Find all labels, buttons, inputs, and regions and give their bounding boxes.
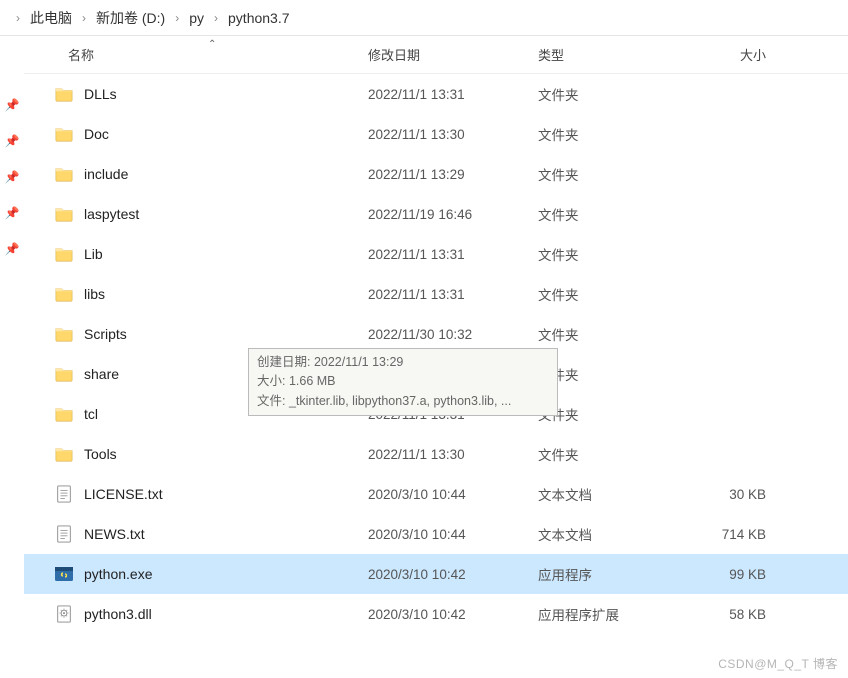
pin-icon[interactable]: 📌 xyxy=(5,206,20,220)
folder-icon xyxy=(54,164,74,184)
pin-icon[interactable]: 📌 xyxy=(5,242,20,256)
pin-icon[interactable]: 📌 xyxy=(5,170,20,184)
file-date: 2022/11/1 13:30 xyxy=(364,127,534,142)
file-type: 文件夹 xyxy=(534,244,674,264)
folder-icon xyxy=(54,84,74,104)
file-size: 30 KB xyxy=(674,487,784,502)
header-type[interactable]: 类型 xyxy=(534,45,674,64)
header-name[interactable]: 名称 xyxy=(24,45,364,64)
file-date: 2020/3/10 10:44 xyxy=(364,527,534,542)
file-type: 文件夹 xyxy=(534,124,674,144)
table-row[interactable]: libs 2022/11/1 13:31文件夹 xyxy=(24,274,848,314)
folder-icon xyxy=(54,244,74,264)
file-type: 应用程序 xyxy=(534,564,674,584)
file-name: Lib xyxy=(84,246,103,262)
file-name: python3.dll xyxy=(84,606,152,622)
header-size[interactable]: 大小 xyxy=(674,45,784,64)
file-date: 2020/3/10 10:44 xyxy=(364,487,534,502)
chevron-right-icon: › xyxy=(206,11,226,25)
tooltip-files: 文件: _tkinter.lib, libpython37.a, python3… xyxy=(257,392,549,411)
pin-icon[interactable]: 📌 xyxy=(5,98,20,112)
folder-tooltip: 创建日期: 2022/11/1 13:29 大小: 1.66 MB 文件: _t… xyxy=(248,348,558,416)
table-row[interactable]: Doc 2022/11/1 13:30文件夹 xyxy=(24,114,848,154)
file-date: 2022/11/1 13:31 xyxy=(364,87,534,102)
file-type: 文件夹 xyxy=(534,324,674,344)
dll-icon xyxy=(54,604,74,624)
exe-icon xyxy=(54,564,74,584)
file-type: 文件夹 xyxy=(534,284,674,304)
file-name: laspytest xyxy=(84,206,139,222)
file-type: 文件夹 xyxy=(534,444,674,464)
breadcrumb[interactable]: › 此电脑 › 新加卷 (D:) › py › python3.7 xyxy=(0,0,848,36)
table-row[interactable]: Tools 2022/11/1 13:30文件夹 xyxy=(24,434,848,474)
crumb-3[interactable]: python3.7 xyxy=(226,8,292,28)
table-row[interactable]: python.exe 2020/3/10 10:42应用程序99 KB xyxy=(24,554,848,594)
header-date[interactable]: 修改日期 xyxy=(364,45,534,64)
folder-icon xyxy=(54,404,74,424)
file-name: DLLs xyxy=(84,86,117,102)
watermark: CSDN@M_Q_T 博客 xyxy=(718,655,838,672)
file-name: python.exe xyxy=(84,566,153,582)
text-icon xyxy=(54,484,74,504)
pin-icon[interactable]: 📌 xyxy=(5,134,20,148)
file-name: LICENSE.txt xyxy=(84,486,163,502)
chevron-right-icon: › xyxy=(74,11,94,25)
table-row[interactable]: laspytest 2022/11/19 16:46文件夹 xyxy=(24,194,848,234)
chevron-right-icon: › xyxy=(8,11,28,25)
folder-icon xyxy=(54,364,74,384)
file-name: Scripts xyxy=(84,326,127,342)
file-name: NEWS.txt xyxy=(84,526,145,542)
file-date: 2022/11/19 16:46 xyxy=(364,207,534,222)
quick-access-bar: 📌 📌 📌 📌 📌 xyxy=(0,36,24,678)
file-name: Tools xyxy=(84,446,117,462)
file-date: 2022/11/1 13:30 xyxy=(364,447,534,462)
table-row[interactable]: NEWS.txt 2020/3/10 10:44文本文档714 KB xyxy=(24,514,848,554)
crumb-1[interactable]: 新加卷 (D:) xyxy=(94,6,167,30)
crumb-2[interactable]: py xyxy=(187,8,206,28)
tooltip-size: 大小: 1.66 MB xyxy=(257,372,549,391)
file-date: 2022/11/1 13:29 xyxy=(364,167,534,182)
file-date: 2020/3/10 10:42 xyxy=(364,607,534,622)
file-date: 2022/11/1 13:31 xyxy=(364,287,534,302)
folder-icon xyxy=(54,124,74,144)
column-headers: ⌃ 名称 修改日期 类型 大小 xyxy=(24,36,848,74)
folder-icon xyxy=(54,324,74,344)
file-name: tcl xyxy=(84,406,98,422)
crumb-0[interactable]: 此电脑 xyxy=(28,6,74,30)
table-row[interactable]: DLLs 2022/11/1 13:31文件夹 xyxy=(24,74,848,114)
file-type: 文本文档 xyxy=(534,524,674,544)
table-row[interactable]: Lib 2022/11/1 13:31文件夹 xyxy=(24,234,848,274)
file-size: 58 KB xyxy=(674,607,784,622)
file-name: libs xyxy=(84,286,105,302)
file-size: 714 KB xyxy=(674,527,784,542)
tooltip-created: 创建日期: 2022/11/1 13:29 xyxy=(257,353,549,372)
file-date: 2022/11/1 13:31 xyxy=(364,247,534,262)
sort-ascending-icon: ⌃ xyxy=(208,39,216,50)
table-row[interactable]: include 2022/11/1 13:29文件夹 xyxy=(24,154,848,194)
text-icon xyxy=(54,524,74,544)
file-name: share xyxy=(84,366,119,382)
table-row[interactable]: python3.dll 2020/3/10 10:42应用程序扩展58 KB xyxy=(24,594,848,634)
table-row[interactable]: LICENSE.txt 2020/3/10 10:44文本文档30 KB xyxy=(24,474,848,514)
file-type: 文本文档 xyxy=(534,484,674,504)
file-name: include xyxy=(84,166,128,182)
folder-icon xyxy=(54,444,74,464)
file-name: Doc xyxy=(84,126,109,142)
chevron-right-icon: › xyxy=(167,11,187,25)
file-type: 应用程序扩展 xyxy=(534,604,674,624)
file-size: 99 KB xyxy=(674,567,784,582)
file-date: 2022/11/30 10:32 xyxy=(364,327,534,342)
file-type: 文件夹 xyxy=(534,84,674,104)
file-type: 文件夹 xyxy=(534,164,674,184)
file-type: 文件夹 xyxy=(534,204,674,224)
folder-icon xyxy=(54,284,74,304)
file-date: 2020/3/10 10:42 xyxy=(364,567,534,582)
folder-icon xyxy=(54,204,74,224)
